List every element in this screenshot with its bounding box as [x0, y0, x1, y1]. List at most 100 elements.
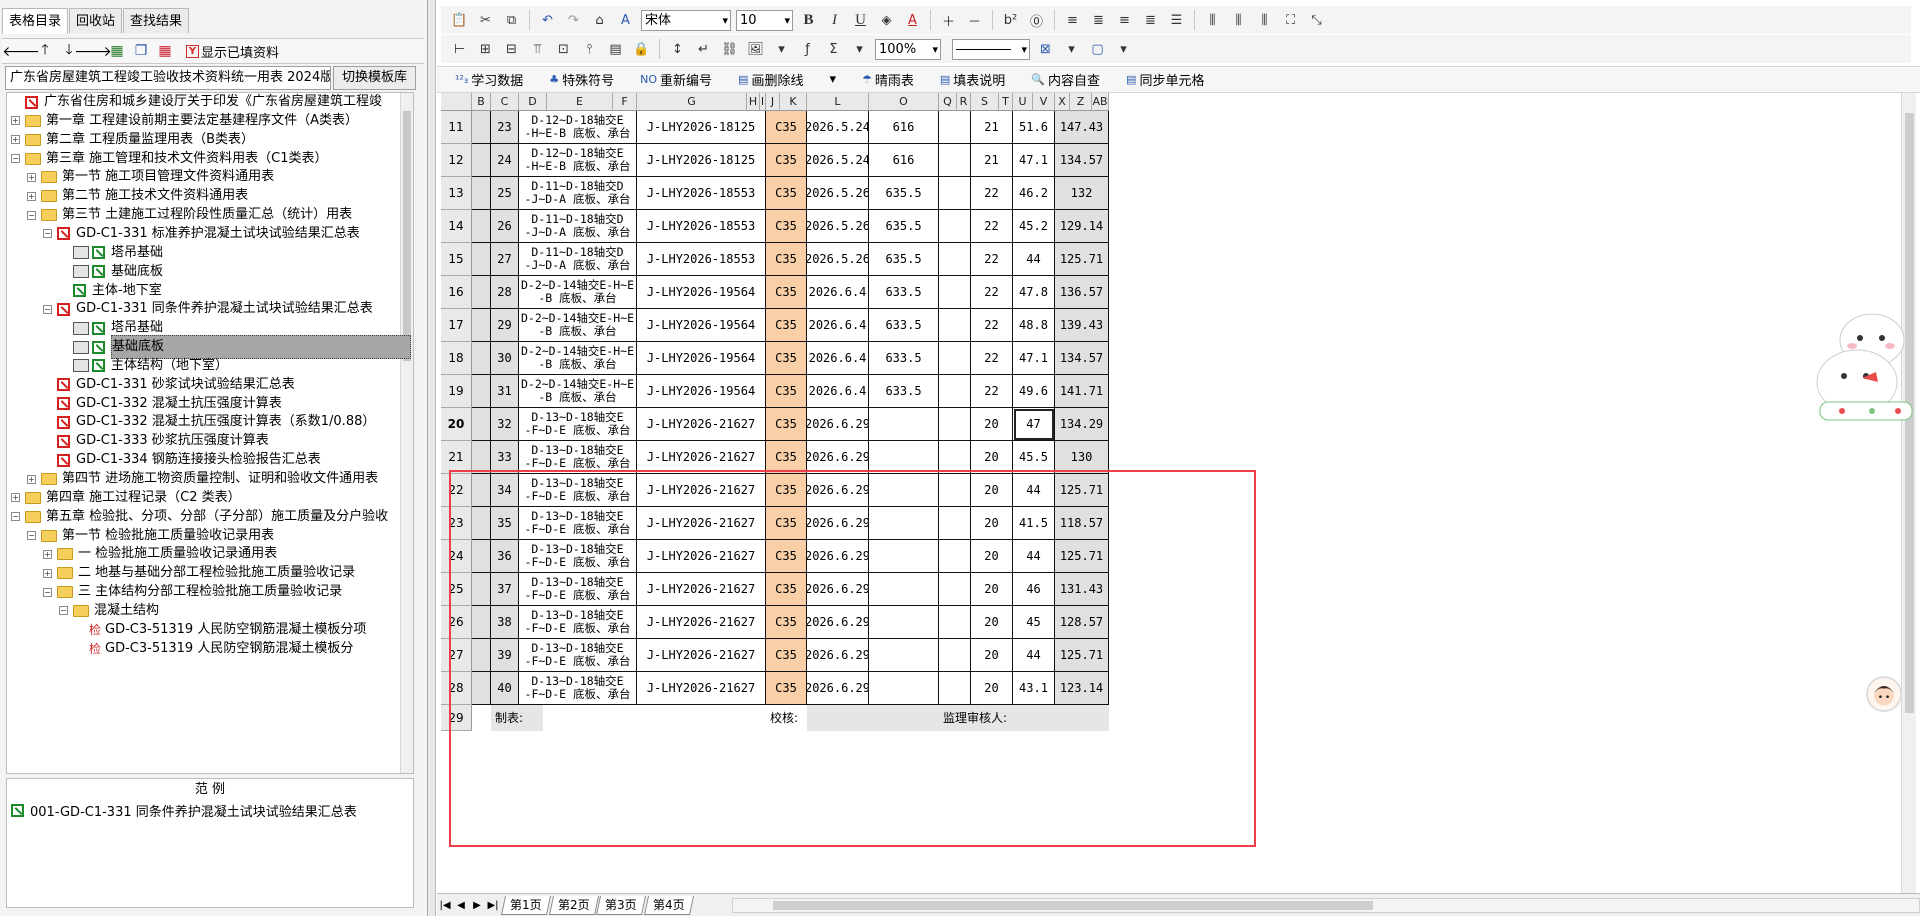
collapse-icon[interactable]: − — [59, 606, 68, 616]
table-cell[interactable] — [939, 441, 971, 474]
cell-date[interactable]: 2026.5.24 — [807, 111, 869, 144]
cell-location[interactable]: D-2~D-14轴交E-H~E -B 底板、承台 — [519, 309, 637, 342]
cell-age-days[interactable]: 20 — [971, 573, 1013, 606]
cell-strength-percent[interactable]: 123.14 — [1055, 672, 1109, 705]
table-cell[interactable] — [472, 210, 491, 243]
row-header[interactable]: 25 — [441, 573, 472, 606]
cell-strength-grade[interactable]: C35 — [766, 276, 807, 309]
tab-table-catalog[interactable]: 表格目录 — [2, 8, 69, 34]
cell-report-no[interactable]: J-LHY2026-21627 — [637, 540, 766, 573]
cell-strength-value[interactable]: 46 — [1013, 573, 1055, 606]
row-header[interactable]: 11 — [441, 111, 472, 144]
cell-strength-grade[interactable]: C35 — [766, 111, 807, 144]
lock-icon[interactable]: 🔒 — [631, 39, 652, 60]
cell-temperature-sum[interactable]: 635.5 — [869, 243, 939, 276]
cell-report-no[interactable]: J-LHY2026-21627 — [637, 672, 766, 705]
column-header[interactable]: AB — [1092, 93, 1109, 111]
cell-temperature-sum[interactable] — [869, 606, 939, 639]
table-cell[interactable] — [939, 243, 971, 276]
cell-seq-no[interactable]: 38 — [491, 606, 519, 639]
column-header[interactable]: Z — [1070, 93, 1092, 111]
row-header[interactable]: 17 — [441, 309, 472, 342]
expand-icon[interactable]: + — [11, 116, 20, 126]
arrow-right-icon[interactable]: 🡒 — [74, 42, 112, 60]
cell-temperature-sum[interactable]: 635.5 — [869, 177, 939, 210]
row-header[interactable]: 29 — [441, 705, 472, 731]
cell-strength-grade[interactable]: C35 — [766, 408, 807, 441]
cell-age-days[interactable]: 22 — [971, 342, 1013, 375]
cell-strength-grade[interactable]: C35 — [766, 375, 807, 408]
cell-age-days[interactable]: 20 — [971, 672, 1013, 705]
renumber-button[interactable]: NO 重新编号 — [640, 70, 712, 89]
cell-location[interactable]: D-13~D-18轴交E -F~D-E 底板、承台 — [519, 474, 637, 507]
border-icon[interactable]: ⊠ — [1035, 39, 1056, 60]
cell-strength-percent[interactable]: 130 — [1055, 441, 1109, 474]
cell-strength-percent[interactable]: 136.57 — [1055, 276, 1109, 309]
table-cell[interactable] — [939, 144, 971, 177]
table-cell[interactable] — [472, 408, 491, 441]
cell-location[interactable]: D-13~D-18轴交E -F~D-E 底板、承台 — [519, 540, 637, 573]
cell-date[interactable]: 2026.6.4 — [807, 375, 869, 408]
cell-seq-no[interactable]: 26 — [491, 210, 519, 243]
cell-report-no[interactable]: J-LHY2026-19564 — [637, 309, 766, 342]
cell-age-days[interactable]: 22 — [971, 177, 1013, 210]
cell-age-days[interactable]: 21 — [971, 111, 1013, 144]
subscript-minus-icon[interactable]: － — [964, 10, 985, 31]
column-header[interactable]: L — [807, 93, 869, 111]
first-sheet-icon[interactable]: |◀ — [437, 900, 453, 911]
cell-date[interactable]: 2026.5.24 — [807, 144, 869, 177]
table-cell[interactable] — [472, 540, 491, 573]
cell-strength-value[interactable]: 44 — [1013, 540, 1055, 573]
expand-icon[interactable]: + — [27, 191, 36, 201]
expand-icon[interactable]: + — [27, 474, 36, 484]
superscript-plus-icon[interactable]: ＋ — [938, 10, 959, 31]
column-header[interactable]: H — [747, 93, 760, 111]
cell-strength-value[interactable]: 44 — [1013, 639, 1055, 672]
col-width-icon[interactable]: ⫯ — [579, 39, 600, 60]
cell-date[interactable]: 2026.6.29 — [807, 474, 869, 507]
cell-date[interactable]: 2026.6.29 — [807, 441, 869, 474]
table-cell[interactable] — [939, 309, 971, 342]
template-select[interactable]: 广东省房屋建筑工程竣工验收技术资料统一用表 2024版 — [5, 66, 331, 90]
table-cell[interactable] — [472, 474, 491, 507]
vertical-scrollbar[interactable] — [1901, 93, 1916, 893]
table-cell[interactable] — [472, 309, 491, 342]
column-header[interactable]: T — [999, 93, 1013, 111]
cell-location[interactable]: D-13~D-18轴交E -F~D-E 底板、承台 — [519, 507, 637, 540]
cell-location[interactable]: D-2~D-14轴交E-H~E -B 底板、承台 — [519, 342, 637, 375]
cell-location[interactable]: D-12~D-18轴交E -H~E-B 底板、承台 — [519, 144, 637, 177]
link-icon[interactable]: ⛓ — [719, 39, 740, 60]
cell-temperature-sum[interactable] — [869, 540, 939, 573]
table-cell[interactable] — [472, 177, 491, 210]
collapse-icon[interactable]: − — [43, 229, 52, 239]
table-cell[interactable] — [939, 375, 971, 408]
cell-strength-value[interactable]: 47.1 — [1013, 144, 1055, 177]
column-header[interactable]: E — [547, 93, 613, 111]
cell-date[interactable]: 2026.6.29 — [807, 639, 869, 672]
cell-strength-value[interactable]: 45.2 — [1013, 210, 1055, 243]
tree-item[interactable]: 检 GD-C3-51319 人民防空钢筋混凝土模板分 — [75, 638, 353, 660]
cell-location[interactable]: D-11~D-18轴交D -J~D-A 底板、承台 — [519, 243, 637, 276]
cell-strength-percent[interactable]: 125.71 — [1055, 639, 1109, 672]
cell-report-no[interactable]: J-LHY2026-21627 — [637, 606, 766, 639]
cell-age-days[interactable]: 20 — [971, 408, 1013, 441]
cell-date[interactable]: 2026.6.29 — [807, 573, 869, 606]
cell-age-days[interactable]: 20 — [971, 441, 1013, 474]
table-cell[interactable] — [472, 276, 491, 309]
cell-report-no[interactable]: J-LHY2026-21627 — [637, 474, 766, 507]
align-right-icon[interactable]: ≣ — [1140, 10, 1161, 31]
column-header[interactable]: C — [491, 93, 519, 111]
cell-strength-value[interactable]: 48.8 — [1013, 309, 1055, 342]
line-spacing-icon[interactable]: ↕ — [667, 39, 688, 60]
row-header[interactable]: 18 — [441, 342, 472, 375]
cell-date[interactable]: 2026.6.29 — [807, 540, 869, 573]
chevron-down-icon[interactable]: ▾ — [1061, 39, 1082, 60]
row-header[interactable]: 16 — [441, 276, 472, 309]
table-cell[interactable] — [472, 144, 491, 177]
column-header[interactable]: J — [766, 93, 780, 111]
cell-temperature-sum[interactable] — [869, 672, 939, 705]
strikethrough-button[interactable]: ▤ 画删除线 — [738, 70, 803, 89]
copy-table-icon[interactable]: ❐ — [132, 42, 150, 60]
row-header[interactable]: 21 — [441, 441, 472, 474]
cell-strength-grade[interactable]: C35 — [766, 441, 807, 474]
